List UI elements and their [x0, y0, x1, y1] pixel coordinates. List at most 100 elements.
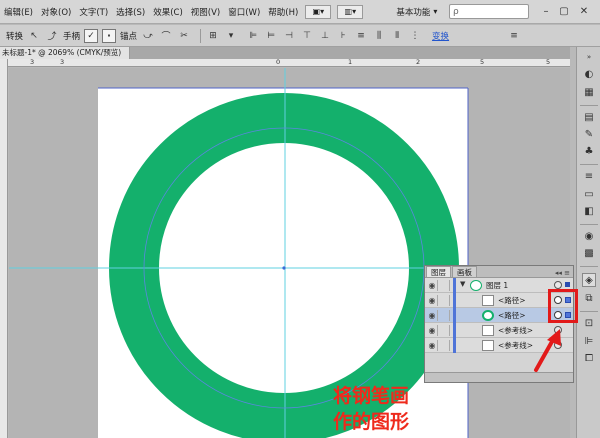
- hide-handles-icon[interactable]: ⬝: [102, 28, 117, 43]
- close-icon[interactable]: ✕: [576, 3, 592, 19]
- cut-path-icon[interactable]: ✂: [177, 29, 191, 43]
- eye-icon[interactable]: ◉: [427, 310, 438, 321]
- guide-thumbnail: [482, 340, 494, 351]
- distribute-v-icon[interactable]: ⦀: [390, 29, 404, 43]
- target-circle-icon[interactable]: [554, 281, 562, 289]
- menu-type[interactable]: 文字(T): [75, 6, 112, 18]
- stroke-icon[interactable]: ≡: [582, 169, 596, 183]
- convert-smooth-icon[interactable]: ⤴: [45, 29, 59, 43]
- divider: [200, 28, 202, 43]
- align-middle-icon[interactable]: ⊥: [318, 29, 332, 43]
- selection-indicator: [565, 282, 570, 287]
- collapse-icon[interactable]: »: [582, 50, 596, 64]
- lock-toggle[interactable]: [440, 280, 450, 291]
- eye-icon[interactable]: ◉: [427, 340, 438, 351]
- pathfinder-icon[interactable]: ⧠: [582, 351, 596, 365]
- eye-icon[interactable]: ◉: [427, 325, 438, 336]
- transform-icon[interactable]: ⊡: [582, 316, 596, 330]
- ruler-number: 5: [546, 58, 551, 66]
- chevron-down-icon[interactable]: ▾: [433, 7, 437, 16]
- ruler-number: 0: [276, 58, 281, 66]
- minimize-icon[interactable]: –: [538, 3, 554, 19]
- align-icon[interactable]: ⊫: [582, 334, 596, 348]
- align-top-icon[interactable]: ⊤: [300, 29, 314, 43]
- appearance-icon[interactable]: ◉: [582, 229, 596, 243]
- ruler-number: 1: [348, 58, 353, 66]
- layer-color-bar: [453, 278, 456, 293]
- bridge-button[interactable]: ▣▾: [305, 4, 332, 19]
- menu-effect[interactable]: 效果(C): [149, 6, 187, 18]
- layers-icon[interactable]: ◈: [582, 273, 596, 287]
- layer-color-bar: [453, 338, 456, 353]
- guide-name[interactable]: <参考线>: [498, 325, 533, 336]
- graphic-styles-icon[interactable]: ▩: [582, 246, 596, 260]
- tutorial-caption: 将钢笔画 作的图形: [333, 383, 583, 435]
- align-center-icon[interactable]: ⊨: [264, 29, 278, 43]
- brushes-icon[interactable]: ✎: [582, 127, 596, 141]
- show-handles-icon[interactable]: ✓: [84, 28, 99, 43]
- artboards-icon[interactable]: ⧉: [582, 291, 596, 305]
- menu-select[interactable]: 选择(S): [112, 6, 149, 18]
- path-name[interactable]: <路径>: [498, 295, 526, 306]
- divider: [580, 311, 598, 312]
- panel-menu-icon[interactable]: ◂◂ ≡: [555, 269, 573, 277]
- isolate-icon[interactable]: ⊞: [206, 29, 220, 43]
- menu-view[interactable]: 视图(V): [187, 6, 224, 18]
- layer-name[interactable]: 图层 1: [486, 280, 508, 291]
- menu-edit[interactable]: 编辑(E): [0, 6, 37, 18]
- lock-toggle[interactable]: [440, 340, 450, 351]
- divider: [580, 105, 598, 106]
- color-guide-icon[interactable]: ▦: [582, 85, 596, 99]
- connect-anchor-icon[interactable]: ⌒: [159, 29, 173, 43]
- align-right-icon[interactable]: ⊣: [282, 29, 296, 43]
- dropdown-icon[interactable]: ▾: [224, 29, 238, 43]
- swatches-icon[interactable]: ▤: [582, 110, 596, 124]
- workspace-switcher[interactable]: 基本功能: [396, 6, 430, 18]
- lock-toggle[interactable]: [440, 295, 450, 306]
- transparency-icon[interactable]: ◧: [582, 204, 596, 218]
- right-dock: » ◐ ▦ ▤ ✎ ♣ ≡ ▭ ◧ ◉ ▩ ◈ ⧉ ⊡ ⊫ ⧠: [576, 47, 600, 438]
- vertical-ruler[interactable]: [0, 59, 8, 438]
- ruler-number: 3: [30, 58, 35, 66]
- red-arrow-icon: [534, 329, 561, 372]
- document-tab[interactable]: 未标题-1* @ 2069% (CMYK/预览): [0, 47, 130, 59]
- symbols-icon[interactable]: ♣: [582, 144, 596, 158]
- align-left-icon[interactable]: ⊫: [246, 29, 260, 43]
- menu-bar: 编辑(E) 对象(O) 文字(T) 选择(S) 效果(C) 视图(V) 窗口(W…: [0, 0, 600, 24]
- ruler-number: 5: [480, 58, 485, 66]
- guide-name[interactable]: <参考线>: [498, 340, 533, 351]
- tab-artboards[interactable]: 画板: [452, 266, 477, 277]
- menu-window[interactable]: 窗口(W): [224, 6, 264, 18]
- lock-toggle[interactable]: [440, 310, 450, 321]
- handles-label: 手柄: [63, 31, 81, 42]
- distribute-h-icon[interactable]: ⫼: [372, 29, 386, 43]
- eye-icon[interactable]: ◉: [427, 295, 438, 306]
- menu-help[interactable]: 帮助(H): [264, 6, 302, 18]
- path-name[interactable]: <路径>: [498, 310, 526, 321]
- panel-menu-icon[interactable]: ≡: [507, 29, 521, 43]
- gradient-icon[interactable]: ▭: [582, 187, 596, 201]
- red-highlight-box: [548, 289, 578, 323]
- convert-corner-icon[interactable]: ↖: [27, 29, 41, 43]
- menu-object[interactable]: 对象(O): [37, 6, 75, 18]
- guide-thumbnail: [482, 325, 494, 336]
- remove-anchor-icon[interactable]: ⤻: [141, 29, 155, 43]
- distribute-icon[interactable]: ≡: [354, 29, 368, 43]
- transform-link[interactable]: 变换: [432, 30, 449, 42]
- restore-icon[interactable]: ▢: [556, 3, 572, 19]
- color-icon[interactable]: ◐: [582, 67, 596, 81]
- distribute-spacing-icon[interactable]: ⋮: [408, 29, 422, 43]
- control-bar: 转换 ↖ ⤴ 手柄 ✓ ⬝ 锚点 ⤻ ⌒ ✂ ⊞ ▾ ⊫ ⊨ ⊣ ⊤ ⊥ ⊦ ≡…: [0, 25, 600, 47]
- center-point: [282, 266, 286, 270]
- expand-triangle-icon[interactable]: ▼: [460, 280, 465, 288]
- layer-color-bar: [453, 308, 456, 323]
- eye-icon[interactable]: ◉: [427, 280, 438, 291]
- arrange-documents-button[interactable]: ▥▾: [337, 4, 364, 19]
- ruler-number: 2: [416, 58, 421, 66]
- lock-toggle[interactable]: [440, 325, 450, 336]
- ruler-number: 3: [60, 58, 65, 66]
- search-input[interactable]: ρ: [449, 4, 529, 19]
- tab-layers[interactable]: 图层: [426, 266, 451, 277]
- horizontal-ruler[interactable]: 3 3 0 1 2 5 5: [8, 58, 570, 67]
- align-bottom-icon[interactable]: ⊦: [336, 29, 350, 43]
